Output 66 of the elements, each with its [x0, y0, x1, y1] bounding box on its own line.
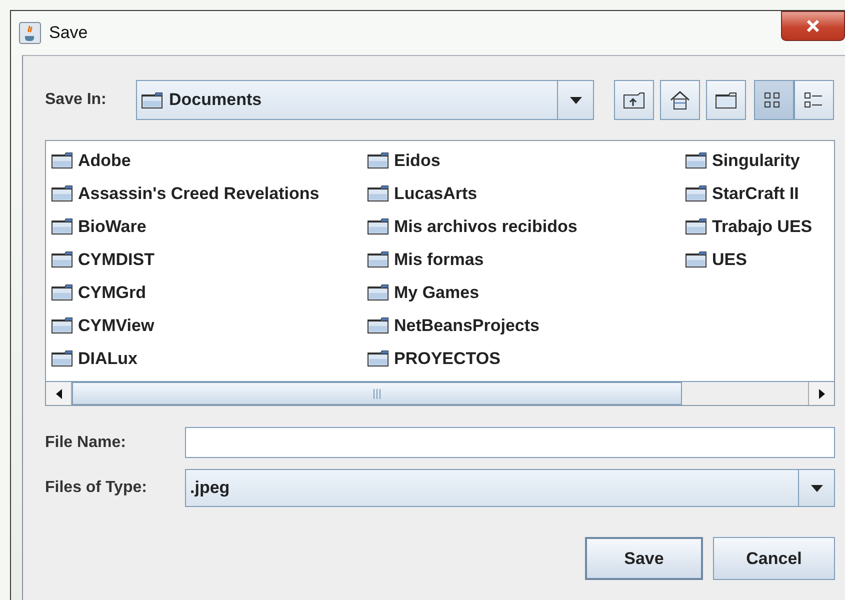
close-icon [806, 20, 820, 32]
folder-icon [51, 185, 73, 202]
folder-icon [51, 350, 73, 367]
list-view-button[interactable] [754, 80, 794, 120]
right-arrow-icon [818, 388, 826, 400]
file-name-label: File Name: [45, 432, 127, 452]
folder-icon [685, 185, 707, 202]
folder-name[interactable]: BioWare [78, 214, 146, 240]
java-cup-icon [19, 22, 41, 44]
save-in-label: Save In: [45, 90, 108, 110]
folder-name[interactable]: LucasArts [394, 180, 478, 206]
folder-icon [51, 251, 73, 268]
file-name-field[interactable] [185, 427, 835, 458]
folder-name[interactable]: Eidos [394, 148, 440, 174]
caret-icon [568, 95, 584, 105]
folder-name[interactable]: DIALux [78, 346, 138, 372]
dropdown-button[interactable] [798, 470, 834, 506]
up-folder-button[interactable] [614, 80, 654, 120]
scroll-right-button[interactable] [808, 382, 834, 405]
folder-name[interactable]: PROYECTOS [394, 346, 500, 372]
caret-icon [808, 483, 824, 493]
home-button[interactable] [660, 80, 700, 120]
save-button[interactable]: Save [585, 537, 703, 580]
new-folder-button[interactable] [706, 80, 746, 120]
folder-icon [367, 152, 389, 169]
folder-name[interactable]: Mis formas [394, 246, 484, 272]
folder-icon [367, 185, 389, 202]
home-icon [668, 89, 692, 111]
folder-name[interactable]: Mis archivos recibidos [394, 214, 578, 240]
window-title: Save [49, 22, 88, 44]
details-view-button[interactable] [794, 80, 834, 120]
folder-name[interactable]: Trabajo UES [712, 214, 812, 240]
folder-icon [51, 317, 73, 334]
scroll-left-button[interactable] [46, 382, 72, 405]
folder-name[interactable]: CYMView [78, 312, 154, 338]
grip-icon [372, 388, 382, 400]
folder-name[interactable]: StarCraft II [712, 180, 799, 206]
folder-name[interactable]: CYMGrd [78, 280, 146, 306]
folder-icon [685, 152, 707, 169]
folder-icon [685, 218, 707, 235]
folder-name[interactable]: Adobe [78, 148, 131, 174]
folder-icon [141, 92, 163, 108]
folder-icon [367, 350, 389, 367]
folder-name[interactable]: UES [712, 246, 747, 272]
folder-icon [51, 284, 73, 301]
left-arrow-icon [54, 388, 62, 400]
folder-name[interactable]: Assassin's Creed Revelations [78, 180, 320, 206]
folder-icon [51, 152, 73, 169]
save-in-dropdown[interactable]: Documents [136, 80, 594, 120]
folder-icon [51, 218, 73, 235]
close-button[interactable] [781, 11, 845, 41]
scroll-thumb[interactable] [72, 382, 682, 405]
folder-name[interactable]: CYMDIST [78, 246, 154, 272]
folder-icon [685, 251, 707, 268]
folder-name[interactable]: My Games [394, 280, 480, 306]
horizontal-scrollbar[interactable] [46, 381, 834, 405]
folder-icon [367, 251, 389, 268]
folder-name[interactable]: NetBeansProjects [394, 312, 540, 338]
folder-icon [367, 284, 389, 301]
file-type-label: Files of Type: [45, 478, 148, 498]
file-type-dropdown[interactable]: .jpeg [185, 469, 835, 507]
cancel-button[interactable]: Cancel [713, 537, 835, 580]
folder-icon [367, 317, 389, 334]
folder-icon [367, 218, 389, 235]
folder-name[interactable]: Singularity [712, 148, 800, 174]
dropdown-button[interactable] [557, 81, 593, 119]
